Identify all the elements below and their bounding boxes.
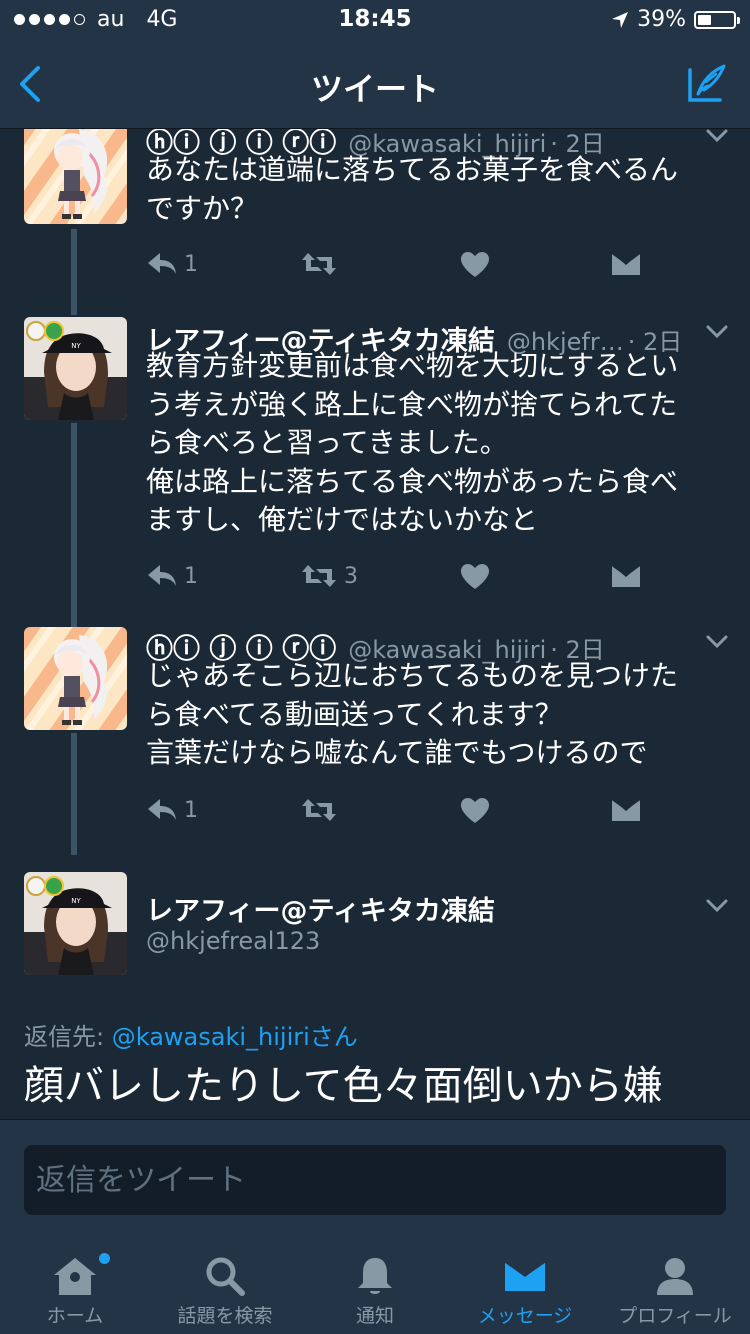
reply-input[interactable] [24, 1145, 726, 1215]
retweet-icon [302, 253, 336, 275]
reply-to-link[interactable]: @kawasaki_hijiriさん [112, 1023, 358, 1051]
thread-connector [71, 229, 77, 301]
avatar[interactable]: NY [24, 872, 127, 975]
avatar[interactable]: NY [24, 317, 127, 420]
tab-label: 話題を検索 [177, 1305, 273, 1327]
reply-composer [0, 1119, 750, 1246]
tab-messages[interactable]: メッセージ [450, 1245, 600, 1334]
tweet-actions: 1 3 [146, 563, 706, 597]
tweet-text-line: ら食べてる動画送ってくれます？ [146, 697, 563, 731]
location-arrow-icon [612, 11, 629, 28]
reply-count: 1 [184, 563, 198, 589]
search-icon [206, 1257, 245, 1296]
person-icon [657, 1258, 693, 1295]
reply-count: 1 [184, 251, 198, 277]
reply-icon [148, 565, 176, 586]
tweet-item[interactable]: ⓗⓘ ⓙ ⓘ ⓡⓘ @kawasaki_hijiri · 2日 あなたは道端に落… [0, 129, 750, 301]
status-right: 39% [611, 7, 740, 32]
like-button[interactable] [460, 563, 490, 591]
svg-text:NY: NY [71, 897, 81, 905]
tab-label: メッセージ [477, 1305, 573, 1327]
bell-icon [358, 1258, 392, 1294]
focused-tweet[interactable]: NY レアフィー@ティキタカ凍結 @hkjefreal123 返信先: @kaw… [0, 855, 750, 1119]
avatar[interactable] [24, 129, 127, 224]
tweet-actions: 1 [146, 797, 706, 831]
message-button[interactable] [610, 797, 642, 823]
tweet-text-line: ら食べろと習ってきました。 [146, 426, 508, 459]
tab-notifications[interactable]: 通知 [300, 1245, 450, 1334]
tab-home[interactable]: ホーム [0, 1245, 150, 1334]
tab-profile[interactable]: プロフィール [600, 1245, 750, 1334]
tab-search[interactable]: 話題を検索 [150, 1245, 300, 1334]
envelope-icon [611, 564, 641, 587]
reply-to-line: 返信先: @kawasaki_hijiriさん [24, 1017, 358, 1052]
tweet-text-line: 言葉だけなら嘘なんて誰でもつけるので [146, 736, 648, 769]
chevron-down-icon[interactable] [706, 635, 728, 649]
nav-bar: ツイート [0, 40, 750, 129]
tweet-text: 教育方針変更前は食べ物を大切にするとい う考えが強く路上に食べ物が捨てられてた … [146, 347, 726, 540]
retweet-count: 3 [344, 563, 358, 589]
status-bar: au 4G 18:45 39% [0, 0, 750, 40]
heart-icon [461, 252, 489, 277]
thread-connector [71, 615, 77, 627]
reply-count: 1 [184, 797, 198, 823]
chevron-down-icon[interactable] [706, 325, 728, 339]
thread-connector [71, 733, 77, 855]
envelope-icon [504, 1259, 546, 1291]
battery-percent: 39% [637, 7, 686, 32]
reply-button[interactable]: 1 [146, 797, 198, 823]
heart-icon [461, 798, 489, 823]
reply-icon [148, 253, 176, 274]
compose-quill-icon[interactable] [684, 62, 728, 106]
svg-text:NY: NY [71, 342, 81, 350]
retweet-button[interactable]: 3 [300, 563, 358, 589]
heart-icon [461, 564, 489, 589]
retweet-button[interactable] [300, 251, 344, 277]
thread-connector [71, 301, 77, 315]
focused-tweet-text: 顔バレしたりして色々面倒いから嫌 [24, 1063, 663, 1109]
retweet-button[interactable] [300, 797, 344, 823]
tweet-text-line: ますし、俺だけではないかなと [146, 503, 539, 536]
envelope-icon [611, 252, 641, 275]
thread-connector [71, 423, 77, 615]
tab-label: 通知 [355, 1305, 394, 1327]
tweet-item[interactable]: NY レアフィー@ティキタカ凍結 @hkjefr… · 2日 教育方針変更前は食… [0, 301, 750, 615]
tweet-text-line: ですか？ [146, 191, 259, 225]
tweet-item[interactable]: ⓗⓘ ⓙ ⓘ ⓡⓘ @kawasaki_hijiri · 2日 じゃあそこら辺に… [0, 615, 750, 855]
tweet-text-line: う考えが強く路上に食べ物が捨てられてた [146, 387, 678, 421]
tab-bar: ホーム 話題を検索 通知 メッセージ プロフィール [0, 1245, 750, 1334]
battery-icon [694, 10, 740, 29]
tab-label: プロフィール [618, 1305, 732, 1327]
tweet-text: じゃあそこら辺におちてるものを見つけた ら食べてる動画送ってくれます？ 言葉だけ… [146, 657, 726, 773]
reply-to-label: 返信先: [24, 1023, 112, 1051]
avatar[interactable] [24, 627, 127, 730]
reply-button[interactable]: 1 [146, 563, 198, 589]
message-button[interactable] [610, 251, 642, 277]
notification-dot [97, 1251, 112, 1266]
chevron-down-icon[interactable] [706, 899, 728, 913]
tweet-thread[interactable]: ⓗⓘ ⓙ ⓘ ⓡⓘ @kawasaki_hijiri · 2日 あなたは道端に落… [0, 129, 750, 1119]
like-button[interactable] [460, 797, 490, 825]
home-icon [54, 1258, 96, 1295]
tweet-actions: 1 [146, 251, 706, 285]
user-handle[interactable]: @hkjefreal123 [146, 927, 320, 955]
page-title: ツイート [310, 70, 439, 108]
tweet-text-line: あなたは道端に落ちてるお菓子を食べるん [146, 153, 679, 186]
like-button[interactable] [460, 251, 490, 279]
tab-label: ホーム [46, 1305, 104, 1327]
tweet-text-line: 教育方針変更前は食べ物を大切にするとい [146, 349, 679, 382]
tweet-text-line: じゃあそこら辺におちてるものを見つけた [146, 659, 679, 692]
tweet-text-line: 俺は路上に落ちてる食べ物があったら食べ [146, 464, 679, 498]
chevron-down-icon[interactable] [706, 129, 728, 143]
reply-icon [148, 799, 176, 820]
tweet-text: あなたは道端に落ちてるお菓子を食べるん ですか？ [146, 151, 726, 228]
reply-button[interactable]: 1 [146, 251, 198, 277]
envelope-icon [611, 798, 641, 821]
display-name[interactable]: レアフィー@ティキタカ凍結 [146, 889, 495, 928]
retweet-icon [302, 565, 336, 587]
message-button[interactable] [610, 563, 642, 589]
retweet-icon [302, 799, 336, 821]
